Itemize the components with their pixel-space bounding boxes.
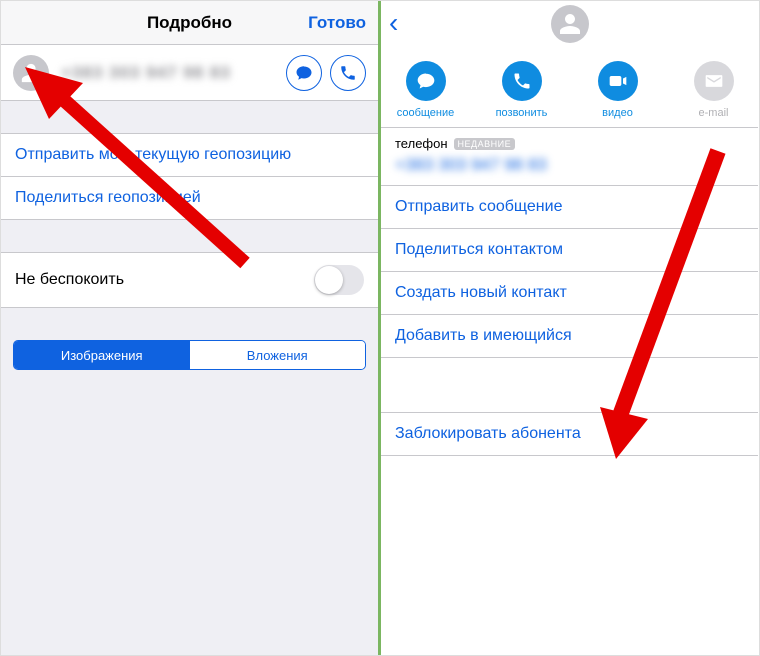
phone-number: +383 303 947 98 83 <box>395 155 744 175</box>
call-button[interactable] <box>330 55 366 91</box>
add-existing-row[interactable]: Добавить в имеющийся <box>381 315 758 358</box>
action-video-label: видео <box>602 107 633 119</box>
contact-row[interactable]: +383 303 947 98 83 <box>1 45 378 101</box>
phone-label: телефон <box>395 136 448 151</box>
segment-control[interactable]: Изображения Вложения <box>13 340 366 370</box>
done-button[interactable]: Готово <box>308 13 366 33</box>
segment-images[interactable]: Изображения <box>14 341 190 369</box>
action-email-label: e-mail <box>699 107 729 119</box>
action-row: сообщение позвонить видео e-mail <box>381 45 758 127</box>
contact-number: +383 303 947 98 83 <box>61 63 231 83</box>
dnd-label: Не беспокоить <box>15 271 124 289</box>
block-contact-row[interactable]: Заблокировать абонента <box>381 412 758 456</box>
action-video[interactable]: видео <box>583 61 653 119</box>
contact-avatar-icon <box>551 5 589 43</box>
new-contact-row[interactable]: Создать новый контакт <box>381 272 758 315</box>
action-message[interactable]: сообщение <box>391 61 461 119</box>
left-header: Подробно Готово <box>1 1 378 45</box>
call-icon <box>502 61 542 101</box>
message-button[interactable] <box>286 55 322 91</box>
action-email: e-mail <box>679 61 749 119</box>
video-icon <box>598 61 638 101</box>
details-title: Подробно <box>147 13 232 33</box>
share-location-row[interactable]: Поделиться геопозицией <box>1 177 378 220</box>
action-call[interactable]: позвонить <box>487 61 557 119</box>
send-location-row[interactable]: Отправить мою текущую геопозицию <box>1 133 378 177</box>
dnd-row: Не беспокоить <box>1 253 378 307</box>
send-message-row[interactable]: Отправить сообщение <box>381 186 758 229</box>
email-icon <box>694 61 734 101</box>
right-header: ‹ <box>381 1 758 45</box>
avatar-icon <box>13 55 49 91</box>
phone-section[interactable]: телефон НЕДАВНИЕ +383 303 947 98 83 <box>381 127 758 186</box>
message-icon <box>406 61 446 101</box>
recent-badge: НЕДАВНИЕ <box>454 138 516 150</box>
dnd-switch[interactable] <box>314 265 364 295</box>
share-contact-row[interactable]: Поделиться контактом <box>381 229 758 272</box>
action-message-label: сообщение <box>397 107 455 119</box>
back-button[interactable]: ‹ <box>389 9 398 37</box>
segment-attachments[interactable]: Вложения <box>190 341 366 369</box>
action-call-label: позвонить <box>496 107 548 119</box>
